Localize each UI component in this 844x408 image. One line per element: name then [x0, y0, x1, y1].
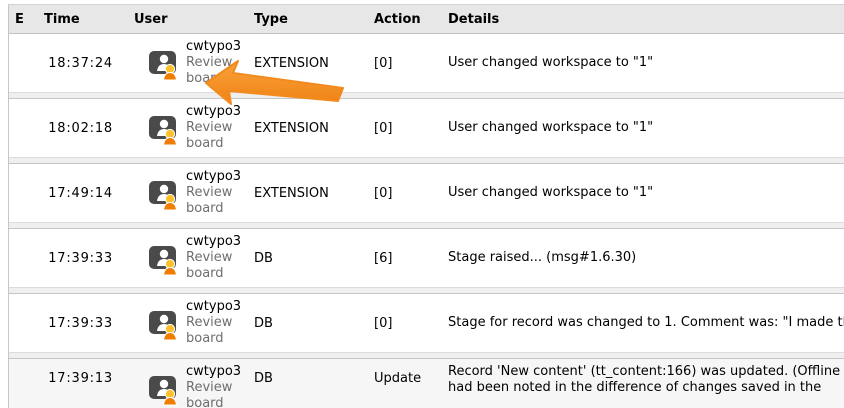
user-realname: Reviewboard: [186, 250, 241, 282]
user-name: cwtypo3: [186, 234, 241, 250]
user-avatar-icon[interactable]: [149, 375, 178, 406]
table-row: 17:39:33 cwtypo3 Reviewboard DB: [9, 229, 844, 287]
user-name: cwtypo3: [186, 39, 241, 55]
user-cell: cwtypo3 Reviewboard: [122, 294, 246, 352]
action-cell: Update: [366, 359, 442, 408]
type-cell: DB: [246, 294, 366, 352]
table-row: 17:39:33 cwtypo3 Reviewboard DB: [9, 294, 844, 352]
type-cell: DB: [246, 359, 366, 408]
details-cell: Stage raised... (msg#1.6.30): [442, 229, 844, 287]
user-cell: cwtypo3 Reviewboard: [122, 164, 246, 222]
table-row: 18:37:24 cwtypo3 Reviewboard EXTENS: [9, 34, 844, 92]
log-table: E Time User Type Action Details 18:37:24: [8, 4, 844, 408]
e-cell: [9, 164, 37, 222]
time-cell: 17:49:14: [37, 164, 122, 222]
e-cell: [9, 34, 37, 92]
user-realname: Reviewboard: [186, 380, 241, 408]
user-cell: cwtypo3 Reviewboard: [122, 99, 246, 157]
header-time: Time: [37, 12, 122, 27]
table-header: E Time User Type Action Details: [9, 5, 844, 34]
log-view-page: E Time User Type Action Details 18:37:24: [0, 0, 844, 408]
user-cell: cwtypo3 Reviewboard: [122, 34, 246, 92]
action-cell: [0]: [366, 99, 442, 157]
table-body: 18:37:24 cwtypo3 Reviewboard EXTENS: [9, 34, 844, 408]
header-user: User: [122, 12, 246, 27]
user-realname: Reviewboard: [186, 185, 241, 217]
row-divider: [9, 92, 844, 99]
table-row: 18:02:18 cwtypo3 Reviewboard EXTENS: [9, 99, 844, 157]
details-cell: Stage for record was changed to 1. Comme…: [442, 294, 844, 352]
action-cell: [0]: [366, 164, 442, 222]
user-cell: cwtypo3 Reviewboard: [122, 229, 246, 287]
table-row: 17:49:14 cwtypo3 Reviewboard EXTENS: [9, 164, 844, 222]
user-avatar-icon[interactable]: [149, 115, 178, 146]
user-name: cwtypo3: [186, 364, 241, 380]
row-divider: [9, 222, 844, 229]
details-cell: Record 'New content' (tt_content:166) wa…: [442, 359, 844, 408]
e-cell: [9, 99, 37, 157]
row-divider: [9, 287, 844, 294]
user-avatar-icon[interactable]: [149, 245, 178, 276]
user-cell: cwtypo3 Reviewboard: [122, 359, 246, 408]
details-cell: User changed workspace to "1": [442, 164, 844, 222]
action-cell: [0]: [366, 34, 442, 92]
type-cell: DB: [246, 229, 366, 287]
user-realname: Reviewboard: [186, 55, 241, 87]
user-realname: Reviewboard: [186, 120, 241, 152]
details-cell: User changed workspace to "1": [442, 34, 844, 92]
user-name: cwtypo3: [186, 104, 241, 120]
e-cell: [9, 294, 37, 352]
type-cell: EXTENSION: [246, 99, 366, 157]
time-cell: 17:39:13: [37, 359, 122, 408]
row-divider: [9, 352, 844, 359]
time-cell: 18:02:18: [37, 99, 122, 157]
user-name: cwtypo3: [186, 169, 241, 185]
type-cell: EXTENSION: [246, 164, 366, 222]
e-cell: [9, 359, 37, 408]
row-divider: [9, 157, 844, 164]
time-cell: 17:39:33: [37, 229, 122, 287]
action-cell: [6]: [366, 229, 442, 287]
details-cell: User changed workspace to "1": [442, 99, 844, 157]
time-cell: 17:39:33: [37, 294, 122, 352]
user-realname: Reviewboard: [186, 315, 241, 347]
table-row: 17:39:13 cwtypo3 Reviewboard DB: [9, 359, 844, 408]
user-name: cwtypo3: [186, 299, 241, 315]
header-details: Details: [442, 12, 844, 27]
e-cell: [9, 229, 37, 287]
header-type: Type: [246, 12, 366, 27]
header-action: Action: [366, 12, 442, 27]
action-cell: [0]: [366, 294, 442, 352]
user-avatar-icon[interactable]: [149, 310, 178, 341]
header-e: E: [9, 12, 37, 27]
user-avatar-icon[interactable]: [149, 180, 178, 211]
time-cell: 18:37:24: [37, 34, 122, 92]
user-avatar-icon[interactable]: [149, 50, 178, 81]
type-cell: EXTENSION: [246, 34, 366, 92]
